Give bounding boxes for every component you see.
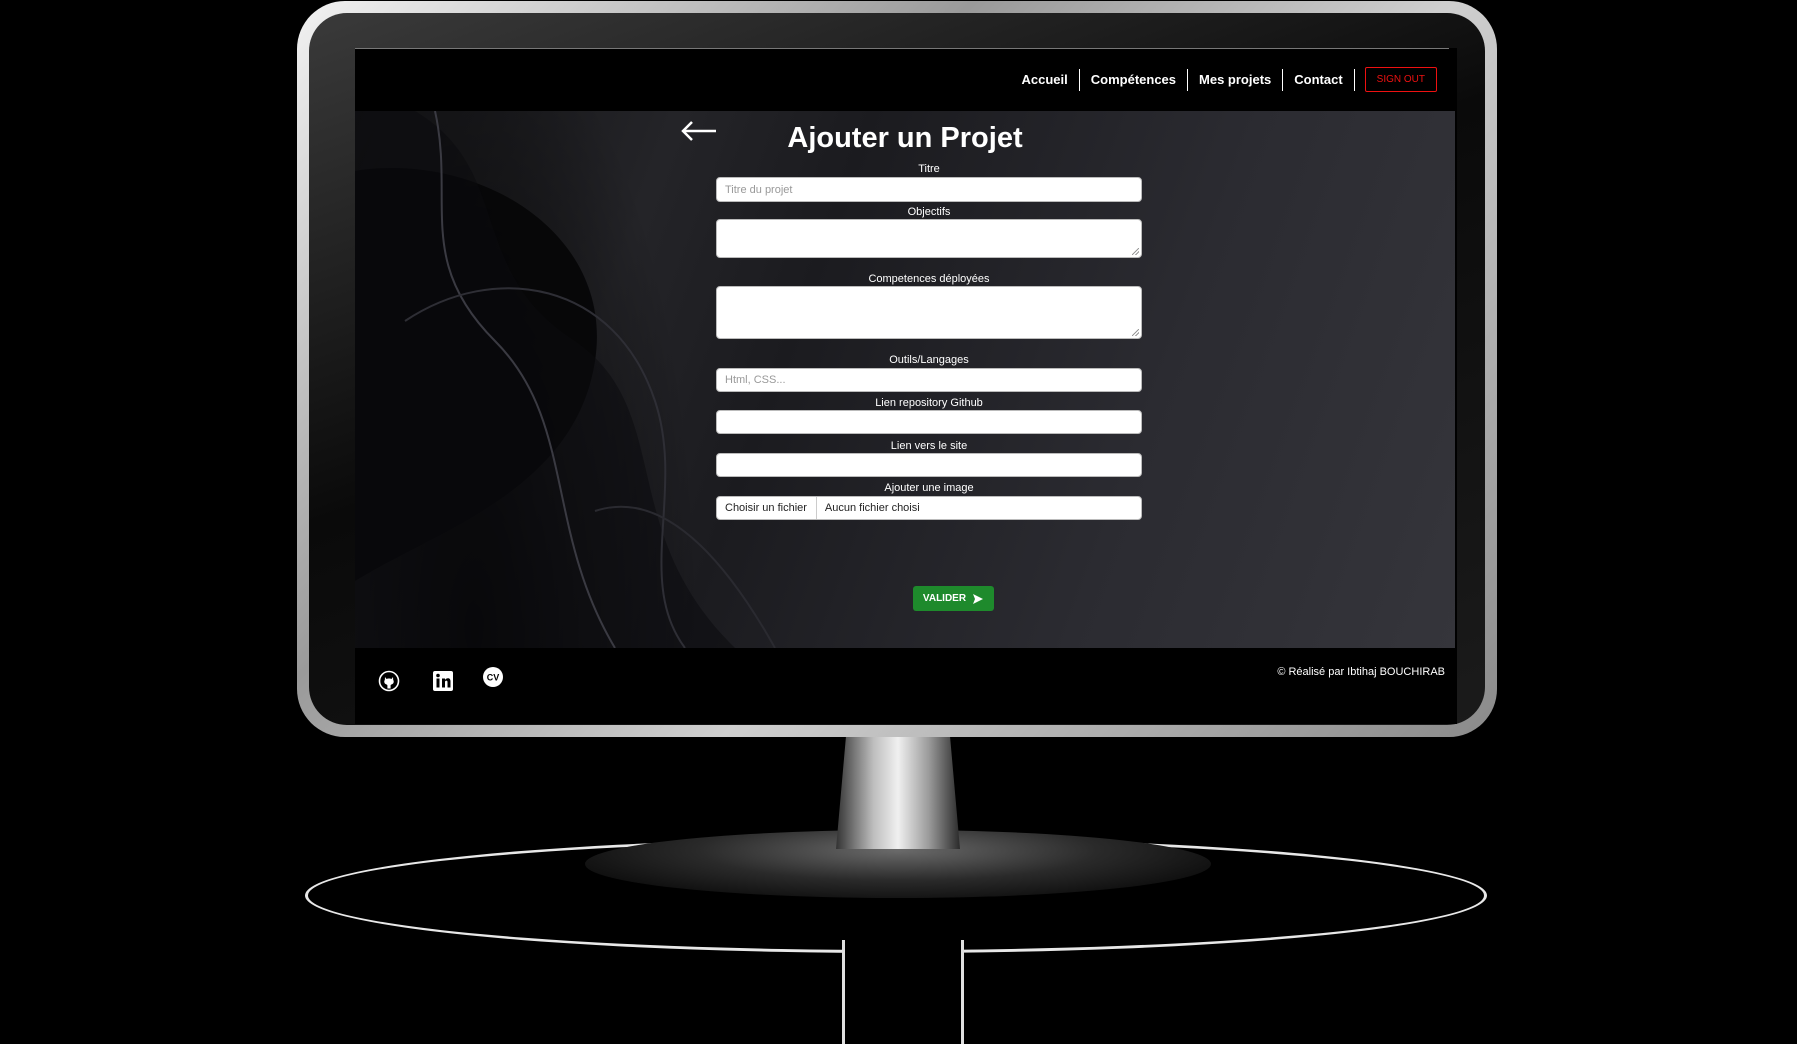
nav-divider — [1353, 68, 1355, 91]
label-titre: Titre — [918, 163, 940, 175]
github-icon[interactable] — [378, 670, 400, 692]
send-icon — [973, 593, 984, 604]
label-site: Lien vers le site — [890, 440, 968, 452]
navbar: Accueil Compétences Mes projets Contact … — [355, 48, 1457, 111]
sign-out-button[interactable]: SIGN OUT — [1364, 67, 1437, 92]
nav-link-accueil[interactable]: Accueil — [1011, 72, 1079, 87]
monitor-neck — [836, 737, 960, 849]
form-section: Ajouter un Projet Titre Titre du projet … — [355, 111, 1455, 648]
label-objectifs: Objectifs — [907, 206, 951, 218]
monitor-foot — [842, 940, 964, 1044]
label-competences: Competences déployées — [868, 273, 990, 285]
titre-input[interactable]: Titre du projet — [716, 177, 1142, 202]
submit-button[interactable]: VALIDER — [913, 586, 994, 611]
nav-link-mes-projets[interactable]: Mes projets — [1188, 72, 1282, 87]
outils-input[interactable]: Html, CSS... — [716, 368, 1142, 392]
label-github: Lien repository Github — [875, 397, 983, 409]
site-link-input[interactable] — [716, 453, 1142, 477]
resize-grip-icon[interactable] — [1132, 329, 1139, 336]
label-image: Ajouter une image — [884, 482, 974, 494]
cv-icon-label: CV — [487, 673, 500, 683]
image-file-input: Choisir un fichier Aucun fichier choisi — [716, 496, 1142, 520]
footer: CV © Réalisé par Ibtihaj BOUCHIRAB — [355, 648, 1457, 724]
label-outils: Outils/Langages — [889, 354, 969, 366]
submit-label: VALIDER — [922, 593, 967, 604]
github-link-input[interactable] — [716, 410, 1142, 434]
choose-file-button[interactable]: Choisir un fichier — [725, 497, 817, 519]
nav-link-contact[interactable]: Contact — [1283, 72, 1353, 87]
resize-grip-icon[interactable] — [1132, 248, 1139, 255]
competences-textarea[interactable] — [716, 286, 1142, 339]
monitor-screen: Accueil Compétences Mes projets Contact … — [355, 48, 1457, 724]
file-status: Aucun fichier choisi — [824, 502, 920, 514]
nav-link-competences[interactable]: Compétences — [1080, 72, 1187, 87]
page-title: Ajouter un Projet — [787, 122, 1023, 154]
objectifs-textarea[interactable] — [716, 219, 1142, 258]
copyright-text: © Réalisé par Ibtihaj BOUCHIRAB — [1277, 666, 1445, 678]
linkedin-icon[interactable] — [432, 670, 454, 692]
cv-icon[interactable]: CV — [482, 666, 504, 688]
